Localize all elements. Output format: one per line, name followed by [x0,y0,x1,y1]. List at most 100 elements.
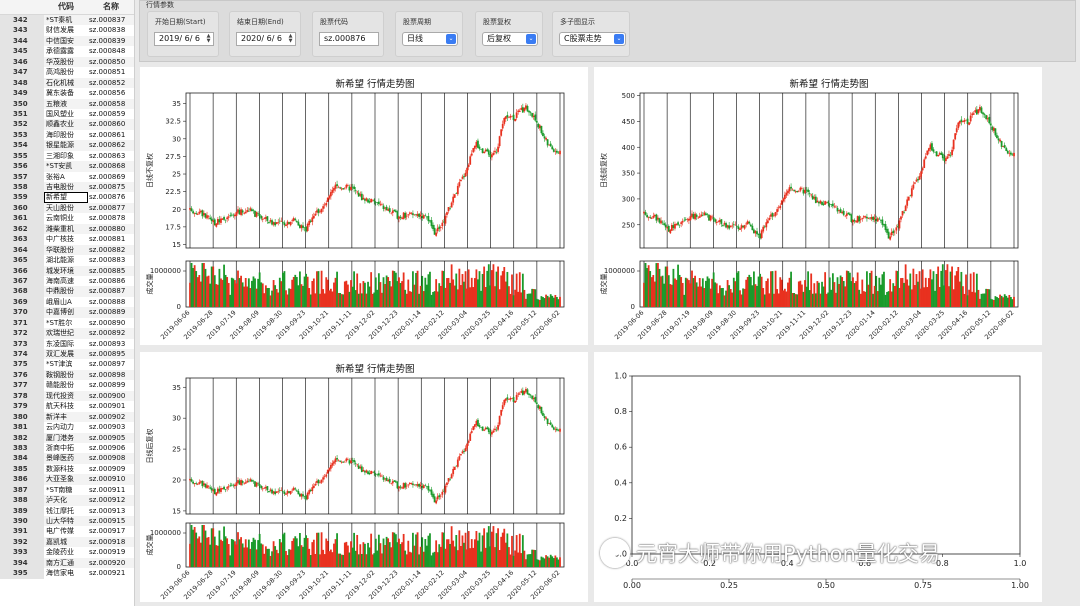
row-name[interactable]: 峨眉山A [44,297,88,307]
start-date-input[interactable]: 2019/ 6/ 6 ▲ ▼ [154,32,214,46]
row-code[interactable]: sz.000838 [88,25,134,35]
spin-arrows-icon[interactable]: ▲ ▼ [205,34,212,44]
row-code[interactable]: sz.000881 [88,234,134,244]
row-name[interactable]: 湖北能源 [44,255,88,265]
row-name[interactable]: 海印股份 [44,130,88,140]
row-code[interactable]: sz.000858 [88,99,134,109]
table-row[interactable]: 350 五粮液 sz.000858 [0,98,134,109]
row-code[interactable]: sz.000839 [88,36,134,46]
table-body[interactable]: 342 *ST秦机 sz.000837 343 财信发展 sz.000838 344 中信国安… [0,15,134,579]
table-row[interactable]: 378 现代投资 sz.000900 [0,390,134,402]
table-row[interactable]: 394 南方汇通 sz.000920 [0,557,134,569]
table-row[interactable]: 348 石化机械 sz.000852 [0,77,134,89]
row-name[interactable]: 新洋丰 [44,412,88,422]
table-row[interactable]: 392 嘉凯城 sz.000918 [0,536,134,548]
table-row[interactable]: 346 华茂股份 sz.000850 [0,56,134,68]
multi-chart-select[interactable]: C股票走势 ⌄ [559,32,626,46]
row-name[interactable]: *ST安凯 [44,161,88,171]
row-code[interactable]: sz.000899 [88,380,134,390]
table-row[interactable]: 370 中嘉博创 sz.000889 [0,307,134,318]
row-name[interactable]: 银星能源 [44,140,88,150]
table-row[interactable]: 353 海印股份 sz.000861 [0,129,134,141]
row-name[interactable]: 电广传媒 [44,526,88,536]
table-row[interactable]: 381 云内动力 sz.000903 [0,422,134,433]
row-code[interactable]: sz.000882 [88,245,134,255]
row-code[interactable]: sz.000915 [88,516,134,526]
row-name[interactable]: 天山股份 [44,203,88,213]
table-row[interactable]: 372 欢瑞世纪 sz.000892 [0,328,134,339]
row-name[interactable]: 鞍钢股份 [44,370,88,380]
row-name[interactable]: 南方汇通 [44,558,88,568]
table-row[interactable]: 363 中广核技 sz.000881 [0,234,134,245]
row-code[interactable]: sz.000919 [88,547,134,557]
chevron-down-icon[interactable]: ⌄ [526,34,536,44]
table-row[interactable]: 371 *ST胜尔 sz.000890 [0,317,134,329]
row-code[interactable]: sz.000895 [88,349,134,359]
row-name[interactable]: 三湘印象 [44,151,88,161]
row-name[interactable]: 海南高速 [44,276,88,286]
table-row[interactable]: 389 钱江摩托 sz.000913 [0,505,134,516]
table-row[interactable]: 351 国风塑业 sz.000859 [0,108,134,120]
row-name[interactable]: 华联股份 [44,245,88,255]
row-code[interactable]: sz.000890 [88,318,134,328]
table-row[interactable]: 374 双汇发展 sz.000895 [0,349,134,360]
row-code[interactable]: sz.000877 [88,203,134,213]
table-row[interactable]: 382 厦门港务 sz.000905 [0,432,134,443]
table-row[interactable]: 387 *ST南糖 sz.000911 [0,484,134,496]
row-name[interactable]: 华茂股份 [44,57,88,67]
row-code[interactable]: sz.000921 [88,568,134,578]
row-code[interactable]: sz.000888 [88,297,134,307]
row-name[interactable]: 中嘉博创 [44,307,88,317]
row-name[interactable]: 顺鑫农业 [44,119,88,129]
table-row[interactable]: 385 数源科技 sz.000909 [0,463,134,475]
row-name[interactable]: 赣能股份 [44,380,88,390]
table-row[interactable]: 391 电广传媒 sz.000917 [0,526,134,537]
row-name[interactable]: 东凌国际 [44,339,88,349]
row-name[interactable]: 中鼎股份 [44,286,88,296]
row-name[interactable]: 云内动力 [44,422,88,432]
row-code[interactable]: sz.000862 [88,140,134,150]
row-code[interactable]: sz.000869 [88,172,134,182]
row-name[interactable]: 现代投资 [44,391,88,401]
table-row[interactable]: 369 峨眉山A sz.000888 [0,296,134,308]
row-code[interactable]: sz.000897 [88,359,134,369]
row-name[interactable]: 数源科技 [44,464,88,474]
row-code[interactable]: sz.000878 [88,213,134,223]
row-code[interactable]: sz.000887 [88,286,134,296]
table-row[interactable]: 373 东凌国际 sz.000893 [0,338,134,349]
stock-table[interactable]: 代码 名称 342 *ST秦机 sz.000837 343 财信发展 sz.000838 3… [0,0,135,606]
row-code[interactable]: sz.000852 [88,78,134,88]
row-code[interactable]: sz.000885 [88,266,134,276]
table-row[interactable]: 365 湖北能源 sz.000883 [0,255,134,266]
row-name[interactable]: 欢瑞世纪 [44,328,88,338]
row-code[interactable]: sz.000918 [88,537,134,547]
row-code[interactable]: sz.000913 [88,506,134,516]
row-code[interactable]: sz.000868 [88,161,134,171]
table-row[interactable]: 379 航天科技 sz.000901 [0,401,134,412]
row-name[interactable]: 泸天化 [44,495,88,505]
row-code[interactable]: sz.000850 [88,57,134,67]
row-code[interactable]: sz.000886 [88,276,134,286]
row-code[interactable]: sz.000851 [88,67,134,77]
row-code[interactable]: sz.000920 [88,558,134,568]
table-row[interactable]: 345 承德露露 sz.000848 [0,46,134,57]
row-code[interactable]: sz.000837 [88,15,134,25]
row-code[interactable]: sz.000856 [88,88,134,98]
table-row[interactable]: 367 海南高速 sz.000886 [0,275,134,287]
table-row[interactable]: 355 三湘印象 sz.000863 [0,150,134,162]
row-code[interactable]: sz.000880 [88,224,134,234]
row-code[interactable]: sz.000905 [88,433,134,443]
row-code[interactable]: sz.000889 [88,307,134,317]
table-row[interactable]: 376 鞍钢股份 sz.000898 [0,369,134,381]
table-row[interactable]: 358 吉电股份 sz.000875 [0,182,134,193]
header-code[interactable]: 代码 [44,0,88,14]
row-name[interactable]: 山大华特 [44,516,88,526]
row-name[interactable]: 钱江摩托 [44,506,88,516]
row-code[interactable]: sz.000901 [88,401,134,411]
table-row[interactable]: 368 中鼎股份 sz.000887 [0,286,134,297]
row-code[interactable]: sz.000860 [88,119,134,129]
row-name[interactable]: 吉电股份 [44,182,88,192]
row-code[interactable]: sz.000906 [88,443,134,453]
table-row[interactable]: 342 *ST秦机 sz.000837 [0,15,134,26]
row-code[interactable]: sz.000859 [88,109,134,119]
